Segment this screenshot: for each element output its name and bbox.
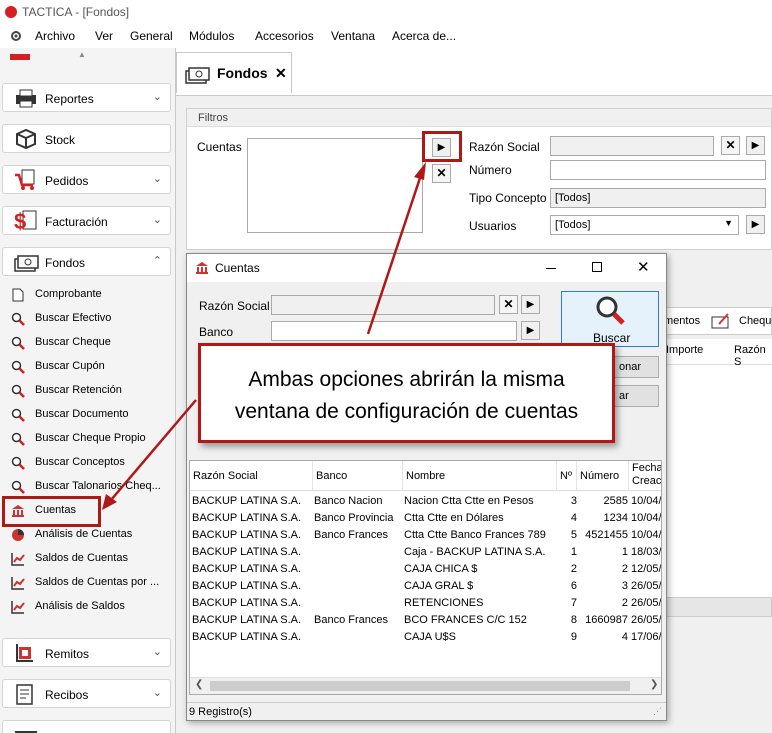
- callout-text: Ambas opciones abrirán la misma ventana …: [234, 368, 579, 423]
- arrow-head: [414, 162, 426, 180]
- annotation-callout: Ambas opciones abrirán la misma ventana …: [198, 343, 615, 443]
- arrow-to-sidebar-cuentas: [110, 399, 197, 501]
- arrow-to-filter-button: [366, 174, 423, 335]
